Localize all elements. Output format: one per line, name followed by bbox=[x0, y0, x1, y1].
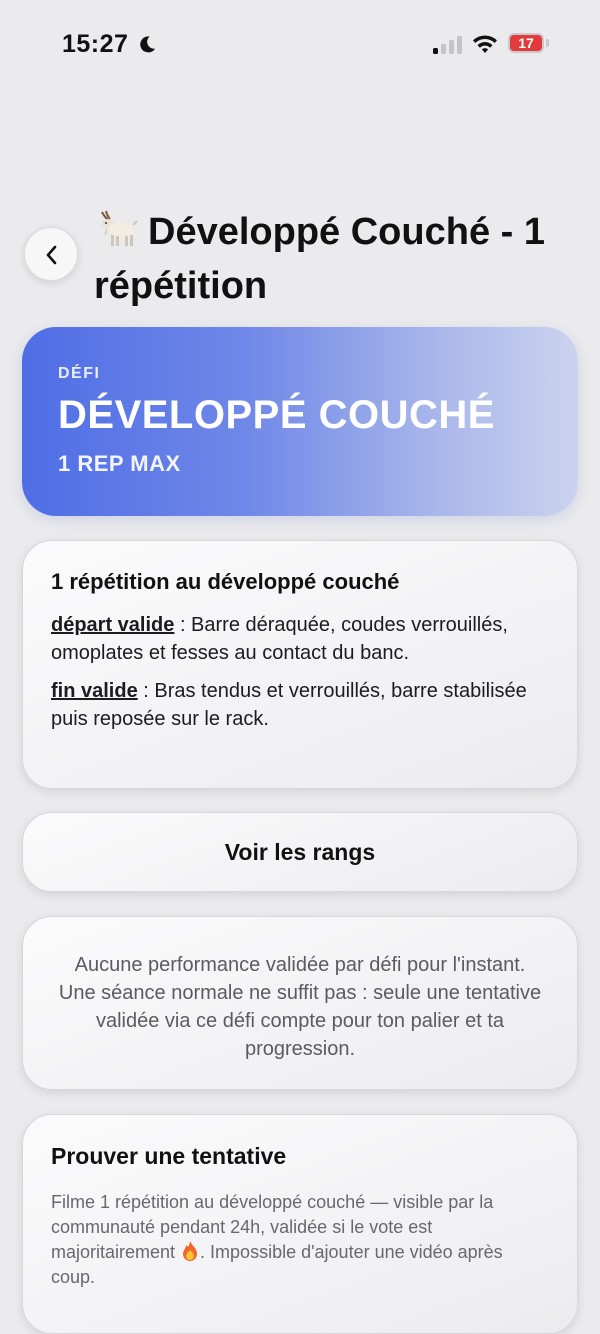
moon-icon bbox=[140, 36, 155, 53]
fire-icon bbox=[183, 1241, 198, 1261]
rules-title: 1 répétition au développé couché bbox=[51, 569, 400, 594]
prove-description: Filme 1 répétition au développé couché —… bbox=[51, 1190, 549, 1290]
view-ranks-button[interactable]: Voir les rangs bbox=[22, 812, 578, 892]
goat-icon bbox=[101, 210, 138, 246]
view-ranks-label: Voir les rangs bbox=[224, 838, 376, 865]
info-card: Aucune performance validée par défi pour… bbox=[22, 916, 578, 1090]
challenge-banner: DÉFI DÉVELOPPÉ COUCHÉ 1 REP MAX bbox=[22, 327, 578, 516]
signal-icon bbox=[433, 36, 462, 54]
banner-title: DÉVELOPPÉ COUCHÉ bbox=[58, 393, 495, 437]
status-bar: 15:27 17 bbox=[0, 0, 600, 90]
battery-level: 17 bbox=[518, 35, 534, 51]
rules-card: 1 répétition au développé couché départ … bbox=[22, 540, 578, 789]
page-title: Développé Couché - 1 répétition bbox=[94, 211, 545, 307]
banner-subtitle: 1 REP MAX bbox=[58, 451, 181, 476]
battery-icon: 17 bbox=[508, 33, 550, 55]
rule-end: fin valide : Bras tendus et verrouillés,… bbox=[51, 677, 549, 733]
page-title-container: Développé Couché - 1 répétition bbox=[94, 205, 574, 313]
prove-title: Prouver une tentative bbox=[51, 1143, 287, 1169]
chevron-left-icon bbox=[46, 245, 57, 265]
prove-attempt-card[interactable]: Prouver une tentative Filme 1 répétition… bbox=[22, 1114, 578, 1334]
banner-kicker: DÉFI bbox=[58, 365, 101, 382]
rule-start-label: départ valide bbox=[51, 614, 175, 636]
info-text: Aucune performance validée par défi pour… bbox=[58, 954, 542, 1060]
rule-end-label: fin valide bbox=[51, 680, 138, 702]
rule-start: départ valide : Barre déraquée, coudes v… bbox=[51, 611, 549, 667]
wifi-icon bbox=[473, 35, 497, 53]
back-button[interactable] bbox=[24, 227, 78, 281]
status-time: 15:27 bbox=[62, 30, 129, 58]
